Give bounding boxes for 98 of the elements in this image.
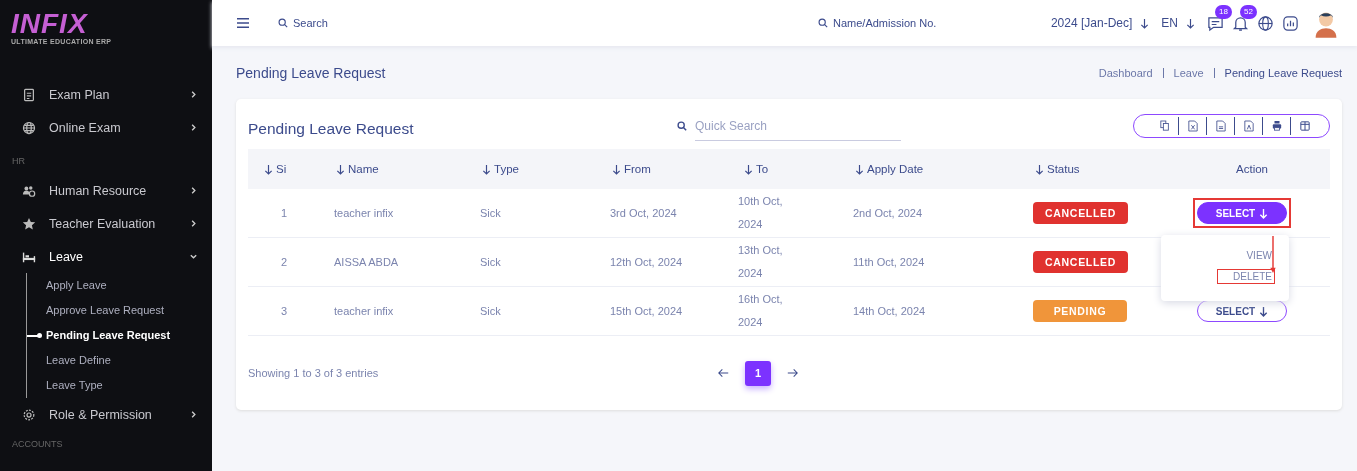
table-cell-text: Sick xyxy=(479,254,502,270)
gear-icon xyxy=(22,407,36,422)
nav-item[interactable]: Human Resource xyxy=(0,174,212,207)
table-cell-text: 13th Oct, 2024 xyxy=(737,243,784,281)
status-badge: PENDING xyxy=(1033,299,1127,322)
table-cell-text: 2 xyxy=(279,254,289,270)
column-header[interactable]: Type xyxy=(466,163,596,175)
table-cell-text: 2nd Oct, 2024 xyxy=(852,205,924,221)
arrow-down-icon xyxy=(1259,207,1269,219)
column-header[interactable]: Name xyxy=(320,163,466,175)
text-file-icon xyxy=(1215,120,1226,132)
column-header[interactable]: Status xyxy=(1019,163,1174,175)
submenu-item[interactable]: Apply Leave xyxy=(27,273,107,298)
table-cell-text: 15th Oct, 2024 xyxy=(609,303,684,319)
card-title: Pending Leave Request xyxy=(248,120,415,138)
columns-icon xyxy=(1300,120,1310,132)
notification-count-badge: 52 xyxy=(1240,4,1257,19)
section-label: ACCOUNTS xyxy=(11,438,64,451)
column-header[interactable]: To xyxy=(728,163,839,175)
pdf-file-icon xyxy=(1243,120,1254,132)
star-icon xyxy=(22,216,36,231)
arrow-down-icon xyxy=(1186,17,1195,29)
bell-icon[interactable] xyxy=(1232,14,1249,32)
chevron-right-icon xyxy=(189,90,198,99)
menu-item[interactable]: DELETE xyxy=(1217,269,1275,284)
nav-item[interactable]: Leave xyxy=(0,240,212,273)
search-icon xyxy=(818,18,828,28)
column-header[interactable]: Apply Date xyxy=(839,163,1019,175)
page-button[interactable]: 1 xyxy=(745,360,771,386)
sort-arrow-icon xyxy=(855,163,864,175)
table-cell-text: teacher infix xyxy=(333,205,395,221)
sort-arrow-icon xyxy=(1035,163,1044,175)
search-field[interactable]: Search xyxy=(293,17,438,29)
section-label: HR xyxy=(11,155,26,168)
menu-item[interactable]: VIEW xyxy=(1243,248,1275,263)
arrow-left-icon[interactable] xyxy=(718,368,729,378)
entries-info: Showing 1 to 3 of 3 entries xyxy=(248,367,380,379)
table-cell-text: AISSA ABDA xyxy=(333,254,400,270)
table-cell-text: Sick xyxy=(479,205,502,221)
nav-item[interactable]: Teacher Evaluation xyxy=(0,207,212,240)
column-header[interactable]: Si xyxy=(248,163,320,175)
column-header[interactable]: From xyxy=(596,163,728,175)
column-header[interactable]: Action xyxy=(1174,163,1330,175)
sort-arrow-icon xyxy=(264,163,273,175)
globe-icon[interactable] xyxy=(1257,14,1274,32)
menu-icon[interactable] xyxy=(236,17,250,29)
submenu-item[interactable]: Leave Define xyxy=(27,348,111,373)
submenu-item[interactable]: Approve Leave Request xyxy=(27,298,165,323)
page-title: Pending Leave Request xyxy=(236,64,386,81)
globe-icon xyxy=(22,120,36,135)
breadcrumb-link[interactable]: Leave xyxy=(1173,66,1204,79)
status-badge: CANCELLED xyxy=(1033,201,1129,224)
copy-icon xyxy=(1159,120,1170,132)
chevron-right-icon xyxy=(189,186,198,195)
chevron-right-icon xyxy=(189,219,198,228)
select-dropdown-button[interactable]: SELECT xyxy=(1196,202,1288,224)
table-cell-text: 3 xyxy=(279,303,289,319)
search-icon xyxy=(677,121,687,131)
logo-title: INFIX xyxy=(11,10,88,38)
sort-arrow-icon xyxy=(612,163,621,175)
select-dropdown-button[interactable]: SELECT xyxy=(1196,300,1288,322)
chevron-right-icon xyxy=(189,123,198,132)
chevron-right-icon xyxy=(189,410,198,419)
search-icon xyxy=(278,18,288,28)
table-cell-text: 11th Oct, 2024 xyxy=(852,254,926,270)
table-cell-text: teacher infix xyxy=(333,303,395,319)
student-search-field[interactable]: Name/Admission No. xyxy=(833,17,968,29)
nav-item[interactable]: Exam Plan xyxy=(0,78,212,111)
table-cell-text: 16th Oct, 2024 xyxy=(737,292,784,330)
table-cell-text: 3rd Oct, 2024 xyxy=(609,205,678,221)
arrow-down-icon xyxy=(1259,305,1269,317)
submenu-item[interactable]: Pending Leave Request xyxy=(27,323,171,348)
arrow-down-icon xyxy=(1140,17,1150,29)
table-cell-text: 10th Oct, 2024 xyxy=(737,194,784,232)
breadcrumb-current: Pending Leave Request xyxy=(1224,66,1342,79)
table-cell-text: 14th Oct, 2024 xyxy=(852,303,927,319)
printer-icon xyxy=(1271,120,1282,132)
document-icon xyxy=(22,87,36,102)
sort-arrow-icon xyxy=(482,163,491,175)
message-count-badge: 18 xyxy=(1215,4,1232,19)
nav-item[interactable]: Online Exam xyxy=(0,111,212,144)
chart-icon[interactable] xyxy=(1282,14,1299,32)
status-badge: CANCELLED xyxy=(1033,250,1129,273)
table-cell-text: Sick xyxy=(479,303,502,319)
people-icon xyxy=(22,183,36,198)
table-cell-text: 12th Oct, 2024 xyxy=(609,254,684,270)
arrow-right-icon[interactable] xyxy=(787,368,798,378)
submenu-item[interactable]: Leave Type xyxy=(27,373,103,398)
chat-icon[interactable] xyxy=(1207,14,1224,32)
nav-item[interactable]: Role & Permission xyxy=(0,398,212,431)
chevron-down-icon xyxy=(189,252,198,261)
spreadsheet-file-icon xyxy=(1187,120,1198,132)
table-cell-text: 1 xyxy=(279,205,289,221)
sort-arrow-icon xyxy=(336,163,345,175)
year-select[interactable]: 2024 [Jan-Dec] xyxy=(1050,16,1133,30)
sort-arrow-icon xyxy=(744,163,753,175)
breadcrumb-link[interactable]: Dashboard xyxy=(1098,66,1153,79)
language-select[interactable]: EN xyxy=(1161,16,1178,30)
